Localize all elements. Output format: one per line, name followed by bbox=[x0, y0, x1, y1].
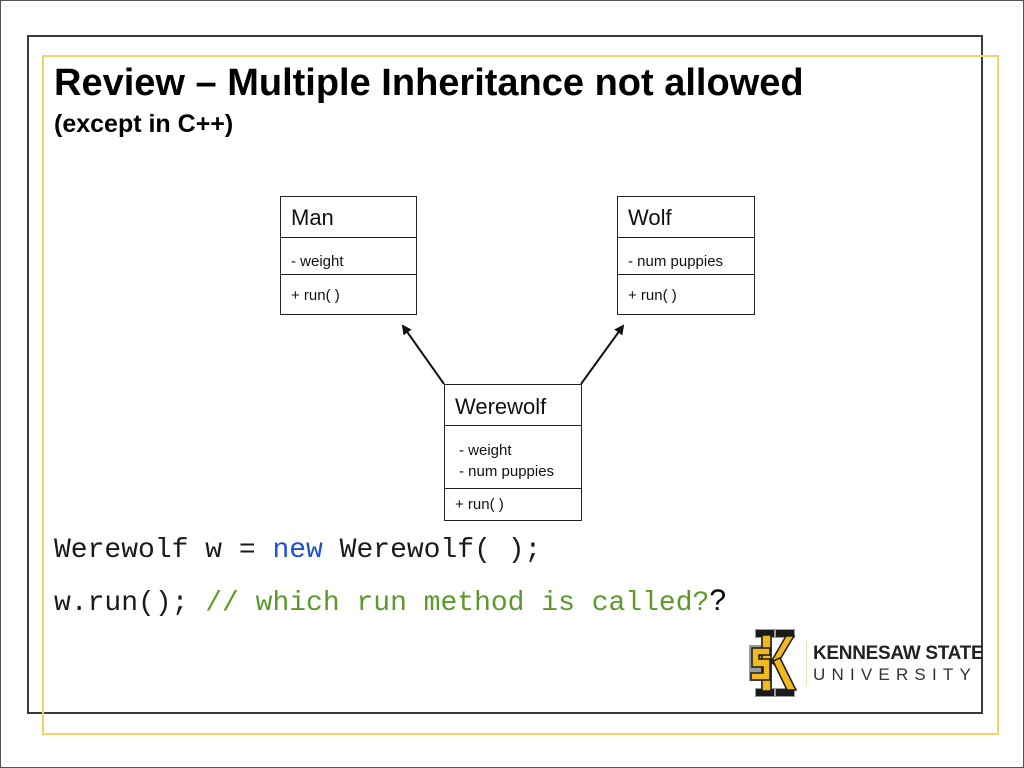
slide-subtitle: (except in C++) bbox=[54, 110, 234, 138]
uml-class-werewolf: Werewolf - weight - num puppies + run( ) bbox=[444, 384, 582, 521]
class-name: Werewolf bbox=[445, 385, 581, 426]
uml-class-wolf: Wolf - num puppies + run( ) bbox=[617, 196, 755, 315]
code-line-instantiation: Werewolf w = new Werewolf( ); bbox=[54, 533, 541, 569]
ks-monogram-icon bbox=[749, 629, 798, 697]
attribute: - weight bbox=[459, 442, 512, 459]
uml-class-man: Man - weight + run( ) bbox=[280, 196, 417, 315]
code-line-call: w.run(); // which run method is called?? bbox=[54, 583, 726, 622]
code-keyword-new: new bbox=[272, 535, 323, 566]
class-attributes: - weight bbox=[281, 238, 416, 275]
class-name: Wolf bbox=[618, 197, 754, 238]
logo-divider bbox=[806, 641, 807, 685]
class-attributes: - num puppies bbox=[618, 238, 754, 275]
kennesaw-state-logo: KENNESAW STATE UNIVERSITY bbox=[746, 628, 984, 698]
method: + run( ) bbox=[291, 287, 340, 304]
class-methods: + run( ) bbox=[445, 489, 581, 519]
code-comment: // which run method is called? bbox=[205, 588, 710, 619]
logo-text-university: UNIVERSITY bbox=[813, 664, 978, 684]
question-mark: ? bbox=[709, 584, 727, 617]
class-name: Man bbox=[281, 197, 416, 238]
method: + run( ) bbox=[455, 496, 504, 513]
logo-wordmark: KENNESAW STATE UNIVERSITY bbox=[813, 642, 984, 684]
code-text: Werewolf( ); bbox=[322, 535, 542, 566]
attribute: - num puppies bbox=[459, 463, 555, 480]
slide: Review – Multiple Inheritance not allowe… bbox=[0, 0, 1024, 768]
logo-text-kennesaw-state: KENNESAW STATE bbox=[813, 642, 984, 664]
code-statement: w.run(); bbox=[54, 588, 206, 619]
class-methods: + run( ) bbox=[281, 275, 416, 313]
class-attributes: - weight - num puppies bbox=[445, 426, 581, 489]
slide-title: Review – Multiple Inheritance not allowe… bbox=[54, 62, 804, 104]
code-text: Werewolf w = bbox=[54, 535, 273, 566]
